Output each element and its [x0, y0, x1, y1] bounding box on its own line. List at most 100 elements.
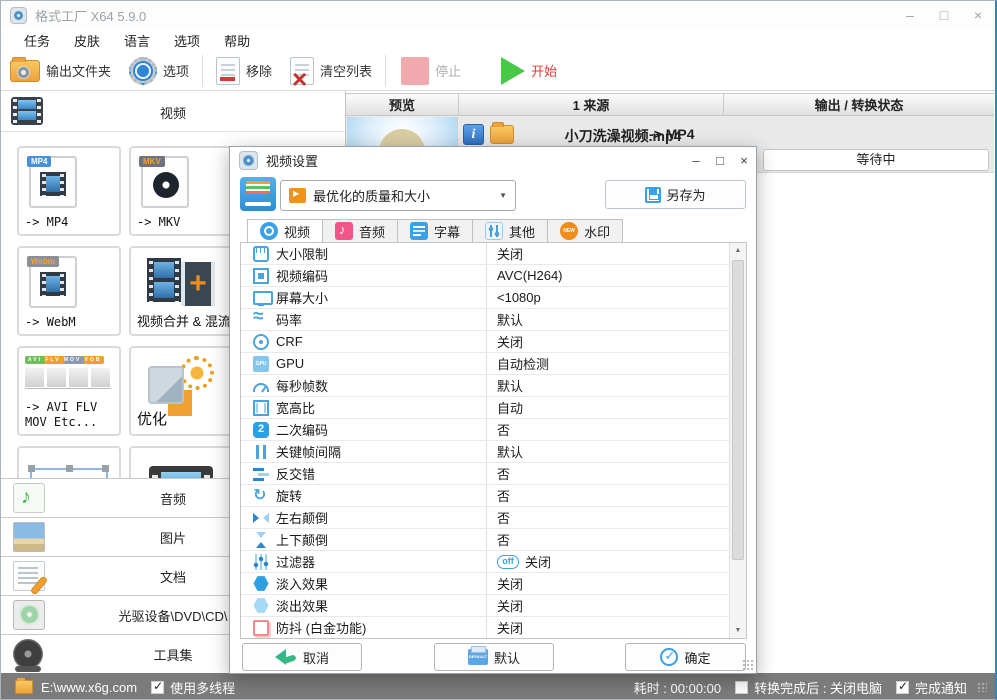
- app-icon: [10, 6, 27, 24]
- back-arrow-icon: [274, 649, 297, 665]
- tab-video[interactable]: 视频: [247, 219, 324, 243]
- ic-flipv-icon: [253, 531, 269, 548]
- shutdown-checkbox[interactable]: [735, 680, 749, 694]
- notify-checkbox[interactable]: [895, 679, 909, 694]
- scroll-down-icon[interactable]: ▼: [730, 623, 746, 638]
- default-button[interactable]: 默认: [434, 643, 554, 671]
- column-source[interactable]: 1 来源: [459, 94, 724, 115]
- row-flip-vertical[interactable]: 上下颠倒 否: [241, 529, 729, 551]
- menu-language[interactable]: 语言: [119, 30, 155, 51]
- clear-list-icon: [290, 56, 315, 92]
- start-button[interactable]: 开始: [492, 52, 566, 90]
- dialog-minimize-button[interactable]: –: [684, 150, 708, 172]
- settings-rows: 大小限制 关闭 视频编码 AVC(H264) 屏幕大小 <1080p 码率 默认: [241, 243, 729, 638]
- ok-button[interactable]: 确定: [625, 643, 746, 671]
- shutdown-label: 转换完成后 : 关闭电脑: [754, 680, 882, 696]
- ti-wm-icon: [560, 222, 579, 240]
- multithread-checkbox[interactable]: [151, 679, 165, 694]
- row-bitrate[interactable]: 码率 默认: [241, 306, 729, 331]
- tab-watermark[interactable]: 水印: [547, 219, 624, 243]
- format-badge: Webm: [27, 256, 59, 267]
- cancel-button[interactable]: 取消: [242, 643, 362, 671]
- open-folder-icon[interactable]: [490, 122, 514, 144]
- row-flip-horizontal[interactable]: 左右颠倒 否: [241, 507, 729, 529]
- card-to-mkv[interactable]: MKV -> MKV: [129, 146, 233, 236]
- menu-skin[interactable]: 皮肤: [69, 30, 105, 51]
- resize-grip[interactable]: [977, 682, 987, 692]
- row-screen-size[interactable]: 屏幕大小 <1080p: [241, 287, 729, 309]
- output-path[interactable]: E:\www.x6g.com: [41, 680, 137, 695]
- row-aspect-ratio[interactable]: 宽高比 自动: [241, 397, 729, 419]
- video-settings-dialog: 视频设置 – □ × 最优化的质量和大小 ▼ 另存为 视频 音频: [229, 146, 757, 674]
- scroll-up-icon[interactable]: ▲: [730, 243, 746, 258]
- row-keyframe-interval[interactable]: 关键帧间隔 默认: [241, 441, 729, 463]
- row-deinterlace[interactable]: 反交错 否: [241, 463, 729, 485]
- setting-value: 关闭: [525, 555, 552, 570]
- ic-card-webm-icon: Webm: [27, 256, 77, 308]
- row-rotate[interactable]: 旋转 否: [241, 485, 729, 507]
- card-to-mp4[interactable]: MP4 -> MP4: [17, 146, 121, 236]
- card-video-tool[interactable]: [129, 446, 233, 478]
- ic-keyframe-icon: [253, 444, 269, 460]
- format-badge: MKV: [139, 156, 165, 167]
- row-crf[interactable]: CRF 关闭: [241, 331, 729, 353]
- tab-subtitle[interactable]: 字幕: [397, 219, 474, 243]
- setting-value: <1080p: [497, 290, 541, 305]
- status-badge: 等待中: [763, 149, 989, 171]
- column-output-status[interactable]: 输出 / 转换状态: [724, 94, 994, 115]
- setting-value: 否: [497, 489, 511, 504]
- card-optimize[interactable]: 优化: [129, 346, 233, 436]
- tab-audio[interactable]: 音频: [322, 219, 399, 243]
- menu-task[interactable]: 任务: [19, 30, 55, 51]
- row-stabilize[interactable]: 防抖 (白金功能) 关闭: [241, 617, 729, 638]
- toolbar-separator: [202, 54, 204, 87]
- dialog-close-button[interactable]: ×: [732, 150, 756, 172]
- row-fade-out[interactable]: 淡出效果 关闭: [241, 595, 729, 617]
- scrollbar-thumb[interactable]: [732, 260, 744, 560]
- maximize-button[interactable]: □: [927, 2, 961, 28]
- check-circle-icon: [660, 648, 679, 666]
- dialog-resize-grip[interactable]: [742, 659, 754, 671]
- ic-fadein-icon: [253, 576, 269, 591]
- default-stamp-icon: [467, 646, 488, 665]
- options-button[interactable]: 选项: [120, 52, 198, 90]
- remove-icon: [216, 56, 241, 85]
- video-category-header[interactable]: 视频: [1, 91, 345, 132]
- info-icon[interactable]: i: [463, 124, 484, 145]
- menu-options[interactable]: 选项: [169, 30, 205, 51]
- remove-button[interactable]: 移除: [207, 52, 281, 90]
- output-folder-button[interactable]: 输出文件夹: [1, 52, 120, 90]
- row-fade-in[interactable]: 淡入效果 关闭: [241, 573, 729, 595]
- card-crop[interactable]: [17, 446, 121, 478]
- row-gpu[interactable]: GPU 自动检测: [241, 353, 729, 375]
- close-button[interactable]: ×: [961, 2, 995, 28]
- row-two-pass[interactable]: 二次编码 否: [241, 419, 729, 441]
- ic-chip-icon: [253, 267, 269, 284]
- stop-button[interactable]: 停止: [392, 52, 470, 90]
- preset-selected-value: 最优化的质量和大小: [313, 189, 431, 204]
- save-as-button[interactable]: 另存为: [605, 180, 746, 209]
- menu-help[interactable]: 帮助: [219, 30, 255, 51]
- card-video-merge[interactable]: 视频合并 & 混流: [129, 246, 233, 336]
- row-size-limit[interactable]: 大小限制 关闭: [241, 243, 729, 265]
- minimize-button[interactable]: –: [893, 2, 927, 28]
- table-scrollbar[interactable]: ▲ ▼: [729, 243, 746, 638]
- preset-dropdown[interactable]: 最优化的质量和大小 ▼: [280, 180, 516, 211]
- card-to-webm[interactable]: Webm -> WebM: [17, 246, 121, 336]
- tab-other[interactable]: 其他: [472, 219, 549, 243]
- dialog-titlebar[interactable]: 视频设置 – □ ×: [230, 147, 756, 174]
- row-fps[interactable]: 每秒帧数 默认: [241, 375, 729, 397]
- setting-value: AVC(H264): [497, 268, 563, 283]
- app-window: 格式工厂 X64 5.9.0 – □ × 任务 皮肤 语言 选项 帮助 输出文件夹 选项…: [0, 0, 997, 700]
- dialog-maximize-button[interactable]: □: [708, 150, 732, 172]
- output-path-folder-icon[interactable]: [15, 678, 33, 694]
- card-to-avi-flv-mov[interactable]: AVI FLV MOV VOB -> AVI FLV MOV Etc...: [17, 346, 121, 436]
- setting-value: 否: [497, 533, 511, 548]
- menubar: 任务 皮肤 语言 选项 帮助: [1, 29, 995, 51]
- preset-tray-icon: [240, 177, 276, 211]
- row-filter[interactable]: 过滤器 off 关闭: [241, 551, 729, 573]
- column-preview[interactable]: 预览: [346, 94, 459, 115]
- clear-list-button[interactable]: 清空列表: [281, 52, 381, 92]
- row-video-codec[interactable]: 视频编码 AVC(H264): [241, 265, 729, 287]
- ic-gpu-icon: [253, 355, 269, 372]
